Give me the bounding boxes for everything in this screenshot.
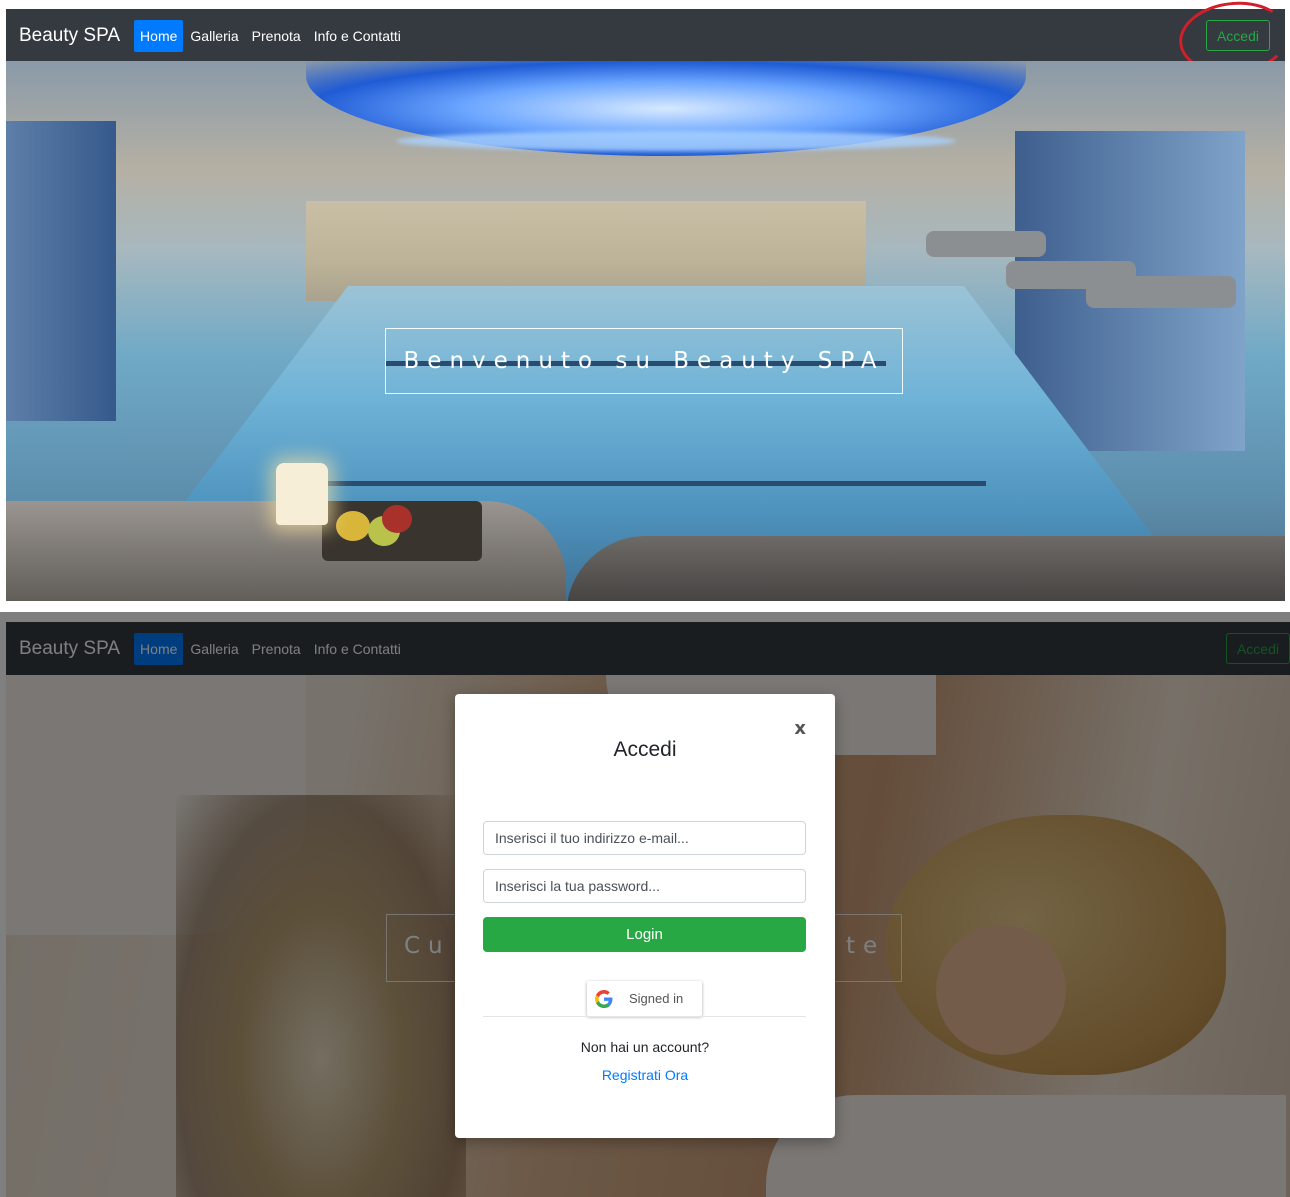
ceiling-glow [396, 131, 956, 151]
no-account-text: Non hai un account? [580, 1039, 710, 1055]
lounger [1086, 276, 1236, 308]
mosaic-pillar-left [6, 121, 116, 421]
brand-logo[interactable]: Beauty SPA [19, 25, 120, 47]
password-field[interactable] [483, 869, 806, 903]
divider [483, 1016, 806, 1017]
foreground-lounger-right [566, 536, 1285, 601]
pool-lane [306, 481, 986, 486]
navbar: Beauty SPA Home Galleria Prenota Info e … [6, 9, 1285, 62]
nav-home[interactable]: Home [134, 19, 184, 52]
bottom-screenshot: Cu te Beauty SPA Home Galleria Prenota I… [0, 612, 1290, 1197]
login-modal: x Accedi Login Signed in Non hai un acco… [455, 694, 835, 1138]
google-button-label: Signed in [629, 991, 684, 1006]
login-button[interactable]: Login [483, 917, 806, 952]
welcome-banner: Benvenuto su Beauty SPA [385, 328, 903, 394]
lounger [926, 231, 1046, 257]
google-icon [595, 989, 613, 1008]
candle [276, 463, 328, 525]
nav-galleria[interactable]: Galleria [184, 20, 244, 52]
modal-title: Accedi [613, 738, 677, 761]
welcome-text: Benvenuto su Beauty SPA [403, 348, 885, 374]
email-field[interactable] [483, 821, 806, 855]
fruit [382, 505, 412, 533]
nav-info-contatti[interactable]: Info e Contatti [308, 20, 407, 52]
fruit [336, 511, 370, 541]
close-icon[interactable]: x [794, 718, 806, 739]
nav-prenota[interactable]: Prenota [246, 20, 307, 52]
google-signin-button[interactable]: Signed in [587, 981, 702, 1016]
top-screenshot: Beauty SPA Home Galleria Prenota Info e … [0, 0, 1290, 602]
register-link[interactable]: Registrati Ora [455, 1067, 835, 1083]
